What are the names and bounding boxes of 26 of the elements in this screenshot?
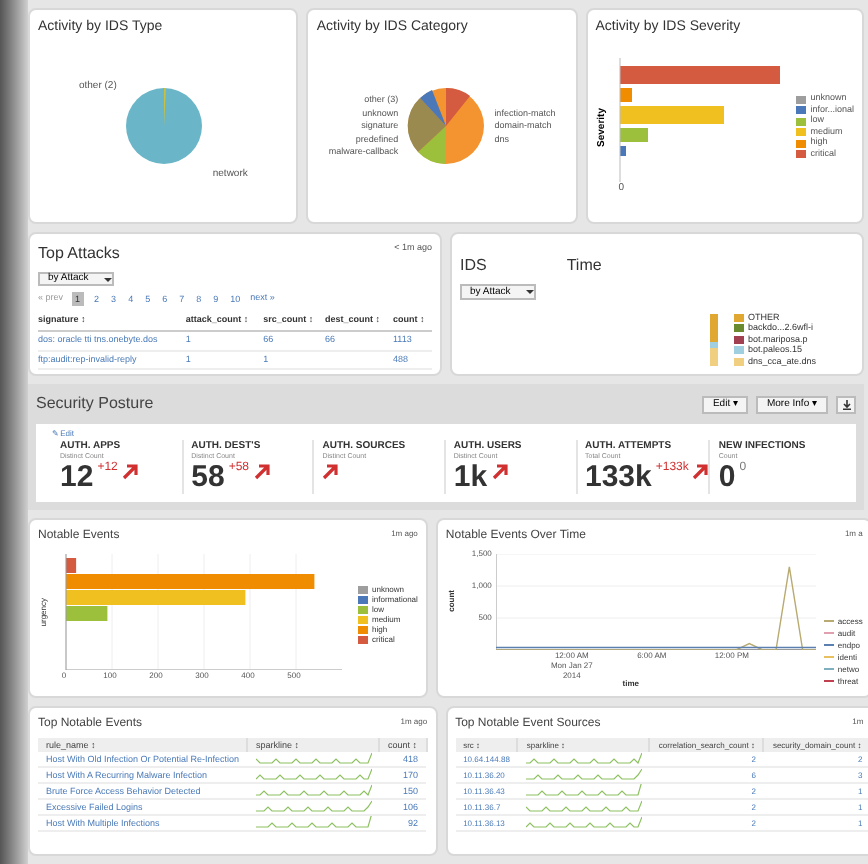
kpi-value: 1k bbox=[453, 461, 488, 492]
panel-title: Top Attacks bbox=[38, 242, 120, 266]
caret-icon bbox=[526, 290, 535, 294]
kpi-value: 12 bbox=[60, 461, 94, 492]
sparkline-drawing bbox=[255, 800, 372, 813]
sparkline-drawing bbox=[255, 784, 372, 797]
kpi-value: 133k bbox=[585, 461, 652, 492]
panel-title: IDS bbox=[460, 254, 487, 278]
sparkline-drawing bbox=[525, 800, 642, 813]
pie-chart-drawing bbox=[406, 86, 487, 167]
kpi-value: 58 bbox=[191, 461, 225, 492]
panel-title: Time bbox=[566, 254, 602, 278]
download-icon bbox=[841, 399, 851, 409]
sparkline-drawing bbox=[255, 816, 372, 829]
sparkline-drawing bbox=[525, 752, 642, 765]
sparkline-drawing bbox=[255, 752, 372, 765]
pie-chart-drawing bbox=[124, 86, 205, 167]
sparkline-drawing bbox=[255, 768, 372, 781]
section-title: Security Posture bbox=[36, 392, 154, 416]
caret-icon bbox=[104, 277, 113, 281]
kpi-value: 0 bbox=[718, 461, 736, 492]
stacked-bar-drawing bbox=[710, 314, 718, 366]
sparkline-drawing bbox=[525, 816, 642, 829]
download-button[interactable] bbox=[836, 395, 856, 413]
sparkline-drawing bbox=[525, 784, 642, 797]
sparkline-drawing bbox=[525, 768, 642, 781]
